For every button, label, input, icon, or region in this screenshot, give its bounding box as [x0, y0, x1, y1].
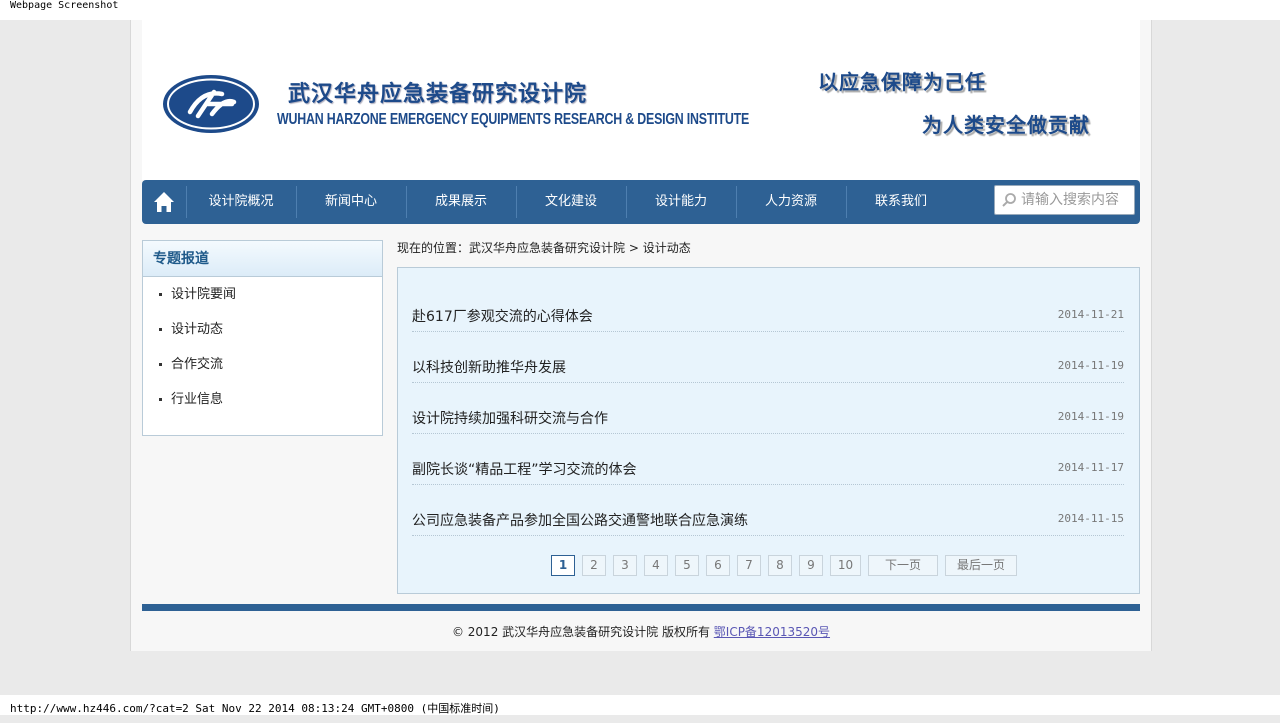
bullet-icon: [159, 398, 162, 401]
page-button-6[interactable]: 6: [706, 555, 730, 576]
bullet-icon: [159, 293, 162, 296]
bullet-icon: [159, 363, 162, 366]
bullet-icon: [159, 328, 162, 331]
sidebar-item-label: 设计动态: [171, 322, 224, 337]
breadcrumb-prefix: 现在的位置：: [397, 241, 470, 255]
copyright-text: © 2012 武汉华舟应急装备研究设计院 版权所有: [451, 625, 710, 639]
sidebar-item-industry-info[interactable]: 行业信息: [143, 382, 382, 417]
page-button-2[interactable]: 2: [582, 555, 606, 576]
main-nav: 设计院概况 新闻中心 成果展示 文化建设 设计能力 人力资源 联系我们: [142, 180, 1140, 224]
nav-item-hr[interactable]: 人力资源: [736, 186, 845, 218]
page-button-8[interactable]: 8: [768, 555, 792, 576]
news-item: 副院长谈“精品工程”学习交流的体会 2014-11-17: [412, 451, 1124, 485]
nav-item-overview[interactable]: 设计院概况: [186, 186, 295, 218]
page-button-9[interactable]: 9: [799, 555, 823, 576]
slogan-line-1: 以应急保障为己任: [818, 70, 986, 94]
nav-item-achievements[interactable]: 成果展示: [406, 186, 515, 218]
news-date: 2014-11-21: [1057, 308, 1124, 321]
news-title-link[interactable]: 赴617厂参观交流的心得体会: [412, 306, 593, 326]
search-icon[interactable]: [1001, 192, 1017, 208]
news-item: 公司应急装备产品参加全国公路交通警地联合应急演练 2014-11-15: [412, 502, 1124, 536]
nav-item-news[interactable]: 新闻中心: [296, 186, 405, 218]
sidebar-title: 专题报道: [143, 241, 382, 277]
page-button-4[interactable]: 4: [644, 555, 668, 576]
next-page-button[interactable]: 下一页: [868, 555, 938, 576]
breadcrumb-separator: >: [628, 241, 639, 255]
sidebar-item-label: 设计院要闻: [171, 287, 237, 302]
harzone-logo-icon[interactable]: [162, 74, 260, 134]
slogan-line-2: 为人类安全做贡献: [922, 113, 1090, 137]
sidebar: 专题报道 设计院要闻 设计动态 合作交流 行业信息: [142, 240, 383, 436]
news-date: 2014-11-19: [1057, 359, 1124, 372]
page-button-5[interactable]: 5: [675, 555, 699, 576]
breadcrumb-current[interactable]: 设计动态: [643, 241, 691, 255]
nav-item-design-capability[interactable]: 设计能力: [626, 186, 735, 218]
news-title-link[interactable]: 副院长谈“精品工程”学习交流的体会: [412, 459, 637, 479]
page-button-1[interactable]: 1: [551, 555, 575, 576]
page-button-7[interactable]: 7: [737, 555, 761, 576]
nav-item-contact[interactable]: 联系我们: [846, 186, 955, 218]
breadcrumb: 现在的位置：武汉华舟应急装备研究设计院 > 设计动态: [397, 240, 691, 256]
page-container: 武汉华舟应急装备研究设计院 WUHAN HARZONE EMERGENCY EQ…: [130, 20, 1152, 651]
brand-name-en: WUHAN HARZONE EMERGENCY EQUIPMENTS RESEA…: [277, 110, 750, 128]
breadcrumb-home-link[interactable]: 武汉华舟应急装备研究设计院: [469, 241, 625, 255]
news-date: 2014-11-19: [1057, 410, 1124, 423]
news-date: 2014-11-15: [1057, 512, 1124, 525]
search-input[interactable]: [1021, 188, 1131, 212]
news-list-panel: 赴617厂参观交流的心得体会 2014-11-21 以科技创新助推华舟发展 20…: [397, 267, 1140, 594]
sidebar-item-label: 行业信息: [171, 392, 224, 407]
last-page-button[interactable]: 最后一页: [945, 555, 1017, 576]
page-button-10[interactable]: 10: [830, 555, 861, 576]
sidebar-item-design-updates[interactable]: 设计动态: [143, 312, 382, 347]
news-title-link[interactable]: 公司应急装备产品参加全国公路交通警地联合应急演练: [412, 510, 748, 530]
footer-divider: [142, 604, 1140, 611]
site-footer: © 2012 武汉华舟应急装备研究设计院 版权所有 鄂ICP备12013520号: [131, 623, 1151, 640]
sidebar-item-institute-news[interactable]: 设计院要闻: [143, 277, 382, 312]
news-item: 设计院持续加强科研交流与合作 2014-11-19: [412, 400, 1124, 434]
nav-item-culture[interactable]: 文化建设: [516, 186, 625, 218]
news-item: 以科技创新助推华舟发展 2014-11-19: [412, 349, 1124, 383]
status-line: http://www.hz446.com/?cat=2 Sat Nov 22 2…: [0, 695, 1280, 715]
nav-home-button[interactable]: [142, 180, 186, 224]
news-title-link[interactable]: 设计院持续加强科研交流与合作: [412, 408, 608, 428]
page-button-3[interactable]: 3: [613, 555, 637, 576]
brand-name-cn: 武汉华舟应急装备研究设计院: [288, 82, 588, 107]
sidebar-item-cooperation[interactable]: 合作交流: [143, 347, 382, 382]
news-date: 2014-11-17: [1057, 461, 1124, 474]
site-header: 武汉华舟应急装备研究设计院 WUHAN HARZONE EMERGENCY EQ…: [142, 20, 1140, 180]
icp-link[interactable]: 鄂ICP备12013520号: [714, 625, 830, 639]
home-icon: [154, 192, 174, 212]
news-title-link[interactable]: 以科技创新助推华舟发展: [412, 357, 566, 377]
screenshot-caption: Webpage Screenshot: [0, 0, 1280, 20]
pagination: 1 2 3 4 5 6 7 8 9 10 下一页 最后一页: [551, 555, 1024, 577]
search-box: [994, 185, 1135, 215]
sidebar-item-label: 合作交流: [171, 357, 224, 372]
news-item: 赴617厂参观交流的心得体会 2014-11-21: [412, 298, 1124, 332]
